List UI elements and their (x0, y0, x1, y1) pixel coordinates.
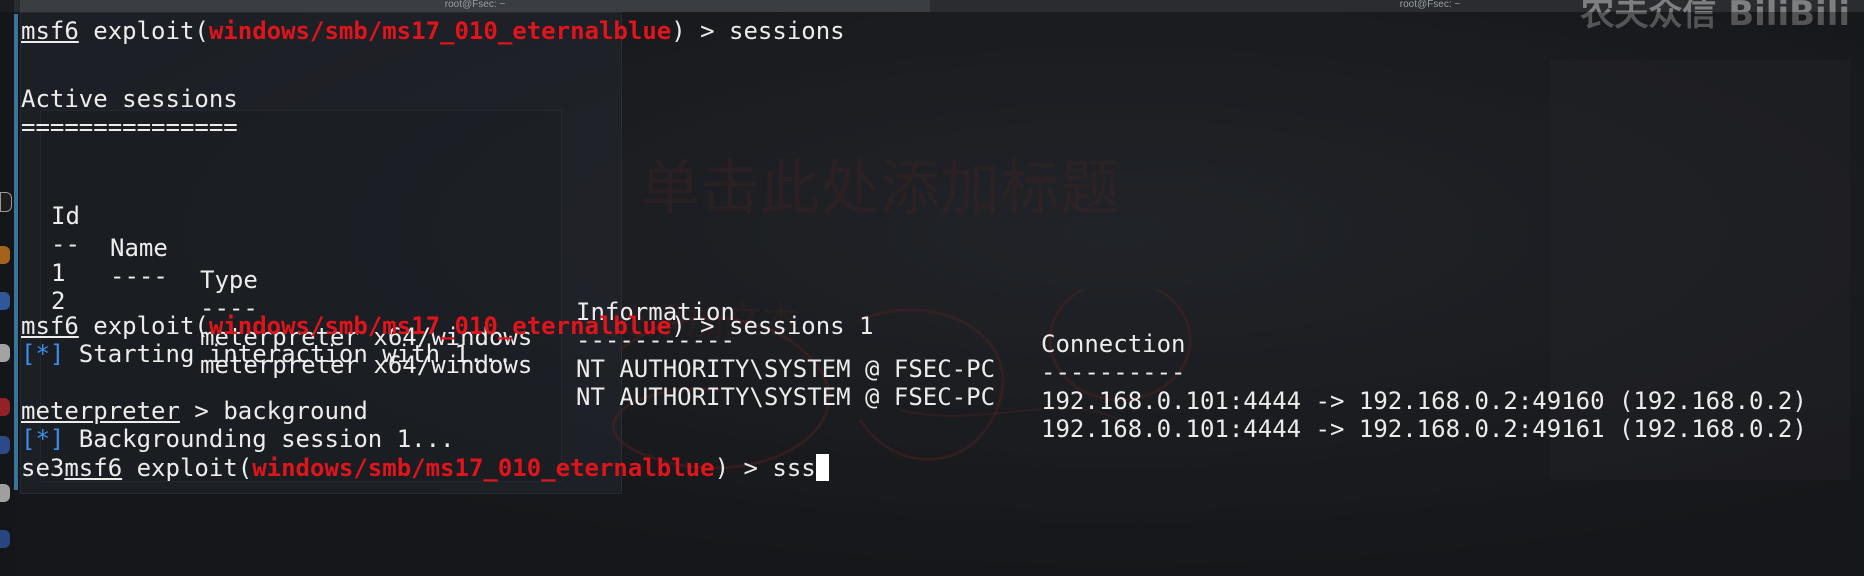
status-line: [*] Backgrounding session 1... (21, 423, 455, 455)
separator-connection: ---------- (1041, 358, 1186, 386)
status-line: [*] Starting interaction with 1... (21, 338, 512, 370)
command-text: sessions (729, 17, 845, 45)
prompt-context: exploit( (136, 454, 253, 482)
info-marker: [*] (21, 425, 65, 453)
tab-terminal-2[interactable]: root@Fsec: ~ (1280, 0, 1580, 12)
meterpreter-prompt-suffix: > (179, 397, 224, 425)
prompt-context: exploit( (93, 312, 209, 340)
prompt-tool: msf6 (21, 312, 79, 340)
prompt-module: windows/smb/ms17_010_eternalblue (208, 312, 672, 340)
current-input[interactable]: sss (772, 454, 815, 482)
terminal-window[interactable]: msf6 exploit(windows/smb/ms17_010_eterna… (0, 12, 1864, 576)
prompt-close: ) > (671, 17, 730, 45)
text-cursor (815, 454, 829, 481)
prompt-close: ) > (671, 312, 730, 340)
cell-information: NT AUTHORITY\SYSTEM @ FSEC-PC (576, 383, 996, 411)
desktop-screen: 单击此处添加标题 处添加文本 root@Fsec: ~ root@Fsec: ~… (0, 0, 1864, 576)
cell-connection: 192.168.0.101:4444 -> 192.168.0.2:49161 … (1041, 415, 1807, 443)
typed-prefix: se3 (21, 454, 65, 482)
status-message: Backgrounding session 1... (64, 425, 455, 453)
command-text: background (223, 397, 368, 425)
section-rule: =============== (21, 113, 238, 141)
prompt-line: msf6 exploit(windows/smb/ms17_010_eterna… (21, 15, 845, 47)
status-message: Starting interaction with 1... (64, 340, 513, 368)
prompt-close: ) > (714, 454, 773, 482)
prompt-module: windows/smb/ms17_010_eternalblue (208, 17, 672, 45)
table-separator-row: -- ---- ---- ----------- ---------- (21, 196, 1861, 386)
current-input-line[interactable]: se3msf6 exploit(windows/smb/ms17_010_ete… (21, 452, 829, 484)
meterpreter-prompt: meterpreter (21, 397, 180, 425)
tab-terminal-1[interactable]: root@Fsec: ~ (20, 0, 930, 12)
prompt-context: exploit( (93, 17, 209, 45)
prompt-tool: msf6 (21, 17, 79, 45)
command-text: sessions 1 (729, 312, 874, 340)
table-row: 2 meterpreter x64/windows NT AUTHORITY\S… (21, 253, 1861, 443)
info-marker: [*] (21, 340, 65, 368)
prompt-module: windows/smb/ms17_010_eternalblue (252, 454, 715, 482)
prompt-tool: msf6 (64, 454, 123, 482)
